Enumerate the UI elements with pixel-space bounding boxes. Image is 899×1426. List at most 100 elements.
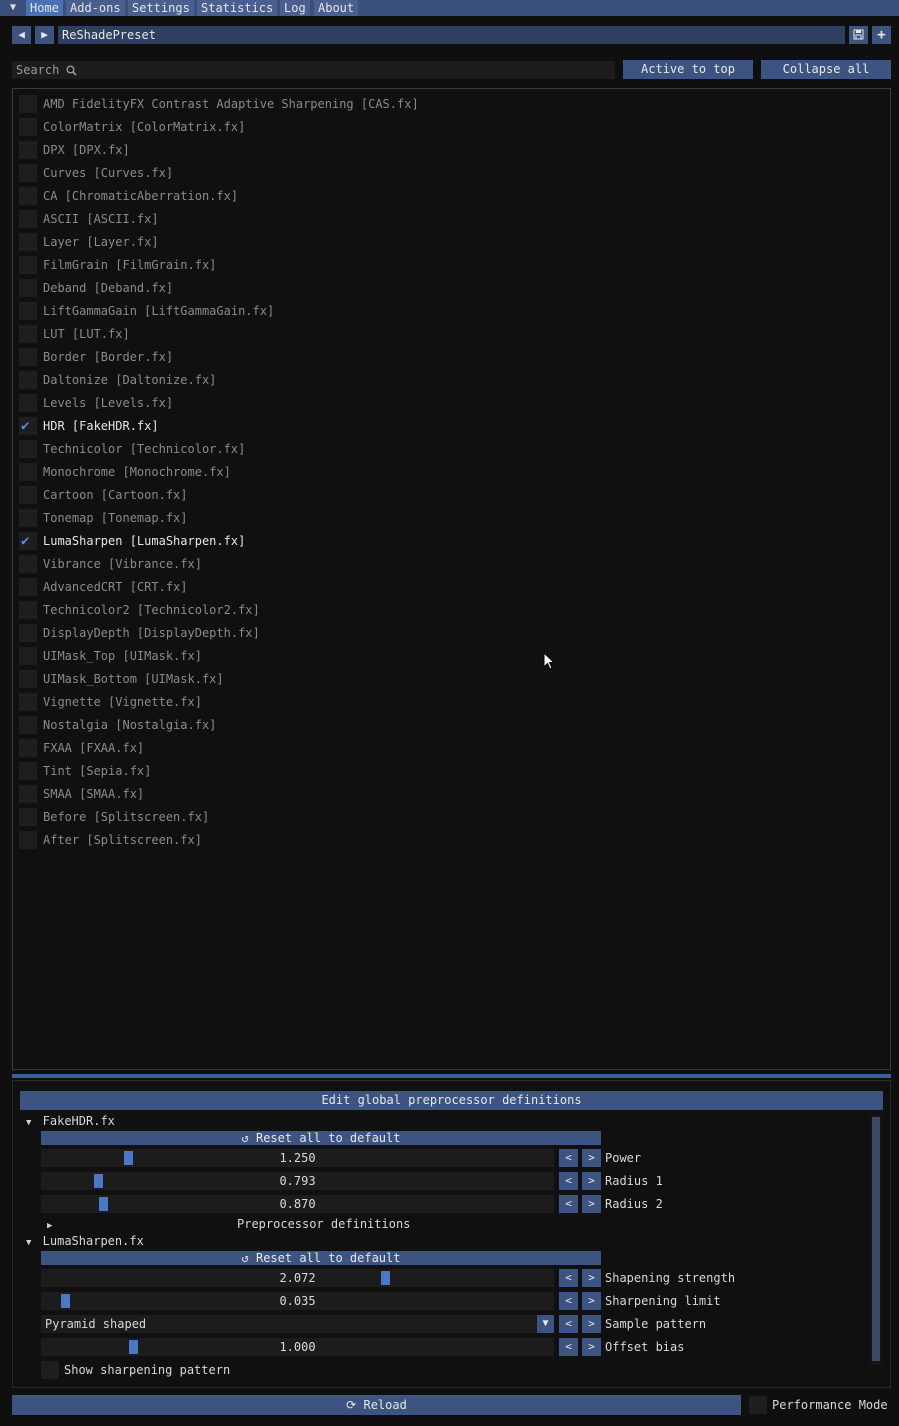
effect-checkbox[interactable]: [19, 394, 37, 412]
effect-checkbox[interactable]: [19, 187, 37, 205]
effect-label: DisplayDepth [DisplayDepth.fx]: [43, 626, 260, 640]
effect-label: UIMask_Bottom [UIMask.fx]: [43, 672, 224, 686]
effect-checkbox[interactable]: [19, 95, 37, 113]
offset-bias-increment-button[interactable]: >: [582, 1338, 601, 1356]
shapening-strength-slider[interactable]: 2.072: [41, 1269, 554, 1287]
search-input[interactable]: Search: [12, 61, 615, 79]
tab-statistics[interactable]: Statistics: [197, 0, 278, 16]
sample-pattern-decrement-button[interactable]: <: [559, 1315, 578, 1333]
tab-log[interactable]: Log: [280, 0, 310, 16]
effect-checkbox[interactable]: [19, 279, 37, 297]
sample-pattern-increment-button[interactable]: >: [582, 1315, 601, 1333]
tab-about[interactable]: About: [314, 0, 359, 16]
effect-label: Monochrome [Monochrome.fx]: [43, 465, 231, 479]
effect-checkbox[interactable]: [19, 463, 37, 481]
panel-splitter[interactable]: [12, 1074, 891, 1078]
reload-button[interactable]: ⟳ Reload: [12, 1395, 741, 1415]
radius-2-decrement-button[interactable]: <: [559, 1195, 578, 1213]
effect-checkbox[interactable]: [19, 831, 37, 849]
menu-bar: ▼ Home Add-ons Settings Statistics Log A…: [0, 0, 899, 16]
preprocessor-definitions-node[interactable]: ▶: [47, 1217, 52, 1231]
active-to-top-button[interactable]: Active to top: [623, 60, 753, 79]
effect-checkbox[interactable]: [19, 371, 37, 389]
effect-label: LumaSharpen [LumaSharpen.fx]: [43, 534, 246, 548]
sharpening-limit-value: 0.035: [279, 1294, 316, 1308]
sharpening-limit-slider[interactable]: 0.035: [41, 1292, 554, 1310]
save-preset-button[interactable]: [849, 26, 868, 44]
tab-add-ons[interactable]: Add-ons: [66, 0, 125, 16]
effect-checkbox[interactable]: [19, 210, 37, 228]
radius-1-decrement-button[interactable]: <: [559, 1172, 578, 1190]
fakehdr-reset-button[interactable]: ↺ Reset all to default: [41, 1131, 601, 1145]
sample-pattern-combo[interactable]: Pyramid shaped: [41, 1315, 537, 1333]
performance-mode-checkbox[interactable]: [749, 1396, 767, 1414]
settings-scrollbar-thumb[interactable]: [872, 1117, 880, 1361]
effect-checkbox[interactable]: [19, 256, 37, 274]
collapse-arrow-icon: ▼: [26, 1118, 32, 1128]
effect-label: Technicolor2 [Technicolor2.fx]: [43, 603, 260, 617]
radius-2-slider[interactable]: 0.870: [41, 1195, 554, 1213]
power-increment-button[interactable]: >: [582, 1149, 601, 1167]
effect-checkbox[interactable]: [19, 486, 37, 504]
combo-dropdown-icon[interactable]: ▼: [537, 1315, 554, 1333]
edit-global-preprocessor-button[interactable]: Edit global preprocessor definitions: [20, 1091, 883, 1110]
sharpening-limit-increment-button[interactable]: >: [582, 1292, 601, 1310]
effect-label: Curves [Curves.fx]: [43, 166, 174, 180]
effect-checkbox[interactable]: ✔: [19, 417, 37, 435]
shapening-strength-decrement-button[interactable]: <: [559, 1269, 578, 1287]
effect-label: Layer [Layer.fx]: [43, 235, 159, 249]
preset-selector[interactable]: ReShadePreset: [58, 26, 845, 44]
fakehdr-node[interactable]: ▼ FakeHDR.fx: [26, 1114, 115, 1128]
radius-2-increment-button[interactable]: >: [582, 1195, 601, 1213]
effect-checkbox[interactable]: [19, 670, 37, 688]
effect-checkbox[interactable]: [19, 325, 37, 343]
tab-settings[interactable]: Settings: [128, 0, 194, 16]
effect-checkbox[interactable]: [19, 348, 37, 366]
effect-checkbox[interactable]: [19, 440, 37, 458]
fakehdr-title: FakeHDR.fx: [42, 1114, 115, 1128]
power-slider[interactable]: 1.250: [41, 1149, 554, 1167]
effect-label: After [Splitscreen.fx]: [43, 833, 202, 847]
tab-home[interactable]: Home: [26, 0, 63, 16]
show-sharpening-pattern-checkbox[interactable]: [41, 1361, 59, 1379]
power-value: 1.250: [279, 1151, 316, 1165]
preset-name: ReShadePreset: [62, 28, 156, 42]
effect-checkbox[interactable]: [19, 808, 37, 826]
effect-checkbox[interactable]: [19, 578, 37, 596]
effect-checkbox[interactable]: [19, 785, 37, 803]
offset-bias-decrement-button[interactable]: <: [559, 1338, 578, 1356]
power-decrement-button[interactable]: <: [559, 1149, 578, 1167]
previous-preset-button[interactable]: ◀: [12, 26, 31, 44]
lumasharpen-reset-button[interactable]: ↺ Reset all to default: [41, 1251, 601, 1265]
collapse-arrow-icon: ▼: [26, 1238, 32, 1248]
effect-checkbox[interactable]: [19, 739, 37, 757]
offset-bias-slider[interactable]: 1.000: [41, 1338, 554, 1356]
lumasharpen-node[interactable]: ▼ LumaSharpen.fx: [26, 1234, 144, 1248]
effect-checkbox[interactable]: [19, 302, 37, 320]
offset-bias-label: Offset bias: [605, 1340, 685, 1354]
collapse-all-button[interactable]: Collapse all: [761, 60, 891, 79]
add-preset-button[interactable]: +: [872, 26, 891, 44]
effect-checkbox[interactable]: [19, 624, 37, 642]
effect-checkbox[interactable]: ✔: [19, 532, 37, 550]
effect-checkbox[interactable]: [19, 601, 37, 619]
show-sharpening-pattern-label: Show sharpening pattern: [64, 1363, 231, 1377]
effect-checkbox[interactable]: [19, 118, 37, 136]
effect-checkbox[interactable]: [19, 141, 37, 159]
effect-checkbox[interactable]: [19, 509, 37, 527]
effect-checkbox[interactable]: [19, 647, 37, 665]
radius-1-increment-button[interactable]: >: [582, 1172, 601, 1190]
shapening-strength-increment-button[interactable]: >: [582, 1269, 601, 1287]
effect-label: Tint [Sepia.fx]: [43, 764, 152, 778]
effect-checkbox[interactable]: [19, 164, 37, 182]
effect-checkbox[interactable]: [19, 555, 37, 573]
effect-checkbox[interactable]: [19, 716, 37, 734]
effect-checkbox[interactable]: [19, 762, 37, 780]
effect-checkbox[interactable]: [19, 233, 37, 251]
effect-checkbox[interactable]: [19, 693, 37, 711]
window-menu-icon[interactable]: ▼: [0, 0, 26, 16]
radius-1-slider[interactable]: 0.793: [41, 1172, 554, 1190]
next-preset-button[interactable]: ▶: [35, 26, 54, 44]
preprocessor-definitions-label[interactable]: Preprocessor definitions: [237, 1217, 410, 1231]
sharpening-limit-decrement-button[interactable]: <: [559, 1292, 578, 1310]
